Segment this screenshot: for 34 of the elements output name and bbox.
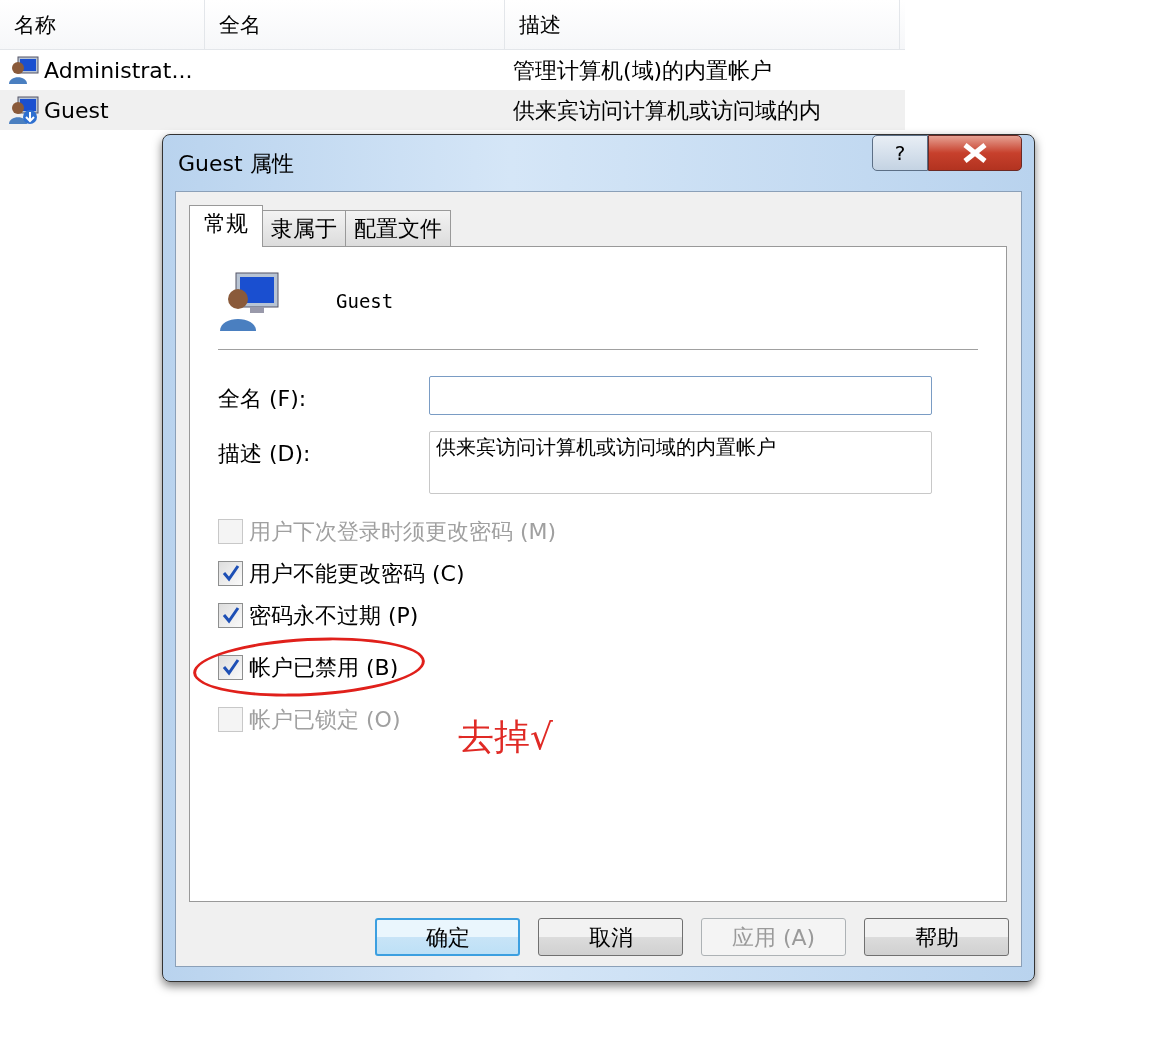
checkbox-label: 帐户已禁用 (B) <box>249 653 399 682</box>
tab[interactable]: 常规 <box>189 205 263 247</box>
checkbox-label: 用户不能更改密码 (C) <box>249 559 465 588</box>
column-header[interactable]: 描述 <box>505 0 900 50</box>
user-icon <box>8 55 40 85</box>
annotation-text: 去掉√ <box>458 715 553 759</box>
user-name: Guest <box>336 288 394 314</box>
field-label: 全名 (F): <box>218 385 308 413</box>
user-name[interactable]: Administrat... <box>44 53 193 87</box>
user-name[interactable]: Guest <box>44 93 109 127</box>
column-header[interactable]: 名称 <box>0 0 205 50</box>
user-icon <box>8 95 40 125</box>
checkbox-label: 帐户已锁定 (O) <box>249 705 401 734</box>
checkbox[interactable] <box>218 654 243 680</box>
window-title: Guest 属性 <box>178 149 294 178</box>
tab[interactable]: 隶属于 <box>262 210 346 246</box>
tab[interactable]: 配置文件 <box>345 210 451 246</box>
dialog-button[interactable]: 帮助 <box>864 918 1009 956</box>
help-button[interactable]: ? <box>872 135 928 171</box>
field-label: 描述 (D): <box>218 440 312 468</box>
table-cell-text: 供来宾访问计算机或访问域的内 <box>513 96 821 125</box>
dialog-button[interactable]: 确定 <box>375 918 520 956</box>
dialog-button[interactable]: 取消 <box>538 918 683 956</box>
table-cell-text: 管理计算机(域)的内置帐户 <box>513 56 773 85</box>
column-header[interactable]: 全名 <box>205 0 505 50</box>
text-field[interactable] <box>429 376 932 415</box>
text-field[interactable]: 供来宾访问计算机或访问域的内置帐户 <box>429 431 932 494</box>
checkbox[interactable] <box>218 560 243 586</box>
close-icon <box>962 143 988 163</box>
close-button[interactable] <box>928 135 1022 171</box>
checkbox[interactable] <box>218 602 243 628</box>
checkbox-label: 密码永不过期 (P) <box>249 601 419 630</box>
checkbox-label: 用户下次登录时须更改密码 (M) <box>249 517 557 546</box>
user-computer-icon <box>218 269 282 333</box>
